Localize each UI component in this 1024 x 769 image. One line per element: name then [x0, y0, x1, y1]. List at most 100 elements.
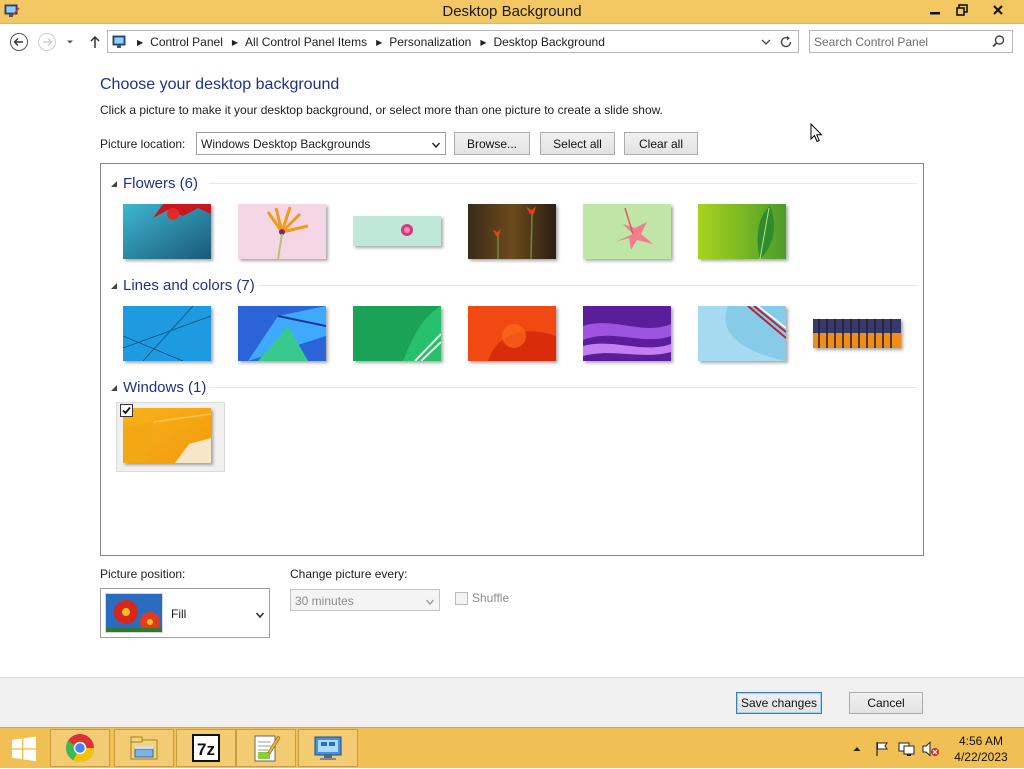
change-interval-value: 30 minutes	[295, 594, 354, 608]
show-hidden-icons-chevron-icon[interactable]	[852, 728, 864, 769]
picture-location-value: Windows Desktop Backgrounds	[201, 137, 371, 151]
picture-location-select[interactable]: Windows Desktop Backgrounds	[196, 132, 446, 155]
browse-button[interactable]: Browse...	[454, 132, 530, 155]
window-title: Desktop Background	[442, 3, 582, 20]
breadcrumb-desktop-background[interactable]: Desktop Background	[493, 35, 604, 49]
select-all-button[interactable]: Select all	[540, 132, 615, 155]
search-input[interactable]	[814, 33, 984, 50]
group-title: Lines and colors (7)	[123, 276, 255, 294]
mouse-pointer-icon	[810, 122, 823, 143]
picture-location-label: Picture location:	[100, 137, 186, 151]
wallpaper-thumbnail[interactable]	[813, 319, 901, 348]
taskbar-clock[interactable]: 4:56 AM 4/22/2023	[948, 733, 1014, 765]
navigation-bar: ▶ Control Panel ▶ All Control Panel Item…	[0, 24, 1024, 58]
refresh-icon[interactable]	[778, 34, 794, 50]
wallpaper-thumbnail[interactable]	[698, 306, 786, 361]
wallpaper-thumbnail-selected[interactable]	[123, 408, 211, 463]
change-interval-label: Change picture every:	[290, 567, 408, 581]
start-button[interactable]	[0, 728, 48, 769]
collapse-triangle-icon[interactable]	[109, 382, 119, 392]
taskbar-chrome[interactable]	[50, 729, 110, 767]
group-divider	[259, 285, 917, 286]
restore-button[interactable]	[949, 0, 975, 20]
breadcrumb-personalization[interactable]: Personalization	[389, 35, 471, 49]
search-icon[interactable]	[991, 34, 1006, 49]
wallpaper-checkbox[interactable]	[120, 404, 133, 417]
wallpaper-thumbnail[interactable]	[583, 306, 671, 361]
address-bar[interactable]: ▶ Control Panel ▶ All Control Panel Item…	[107, 30, 799, 53]
control-panel-icon	[112, 34, 128, 50]
shuffle-option[interactable]: Shuffle	[455, 591, 509, 605]
chevron-down-icon	[425, 596, 435, 606]
picture-position-select[interactable]: Fill	[100, 588, 270, 638]
clock-date: 4/22/2023	[954, 750, 1008, 764]
control-panel-icon	[314, 736, 342, 760]
chevron-right-icon[interactable]: ▶	[480, 38, 486, 47]
clock-time: 4:56 AM	[958, 734, 1004, 748]
picture-position-value: Fill	[171, 607, 187, 621]
notepad-plus-plus-icon	[254, 735, 281, 762]
save-changes-button[interactable]: Save changes	[736, 692, 822, 714]
windows-logo-icon	[12, 736, 36, 761]
wallpaper-thumbnail[interactable]	[583, 204, 671, 259]
minimize-button[interactable]	[922, 0, 948, 20]
chevron-down-icon	[255, 609, 265, 619]
close-button[interactable]	[976, 0, 1020, 20]
group-title: Windows (1)	[123, 378, 207, 396]
wallpaper-thumbnail[interactable]	[353, 306, 441, 361]
group-header-flowers[interactable]: Flowers (6)	[109, 173, 917, 193]
chevron-down-icon	[431, 139, 441, 149]
taskbar-notepad-plus-plus[interactable]	[236, 729, 296, 767]
group-header-windows[interactable]: Windows (1)	[109, 377, 917, 397]
dialog-footer: Save changes Cancel	[0, 677, 1024, 727]
chrome-icon	[66, 734, 94, 762]
taskbar: 7z 4:56 AM 4/22/2023	[0, 727, 1024, 768]
action-center-flag-icon[interactable]	[874, 728, 892, 769]
page-description: Click a picture to make it your desktop …	[100, 103, 663, 117]
change-interval-select[interactable]: 30 minutes	[290, 589, 440, 611]
group-header-lines-and-colors[interactable]: Lines and colors (7)	[109, 275, 917, 295]
breadcrumb-all-items[interactable]: All Control Panel Items	[245, 35, 367, 49]
title-bar: Desktop Background	[0, 0, 1024, 24]
recent-locations-chevron-icon[interactable]	[62, 31, 78, 53]
taskbar-control-panel[interactable]	[298, 729, 358, 767]
chevron-right-icon[interactable]: ▶	[232, 38, 238, 47]
wallpaper-thumbnail[interactable]	[468, 306, 556, 361]
page-title: Choose your desktop background	[100, 76, 340, 93]
chevron-down-icon[interactable]	[760, 35, 772, 49]
wallpaper-thumbnail[interactable]	[468, 204, 556, 259]
picture-position-preview	[105, 593, 163, 633]
wallpaper-thumbnail[interactable]	[123, 204, 211, 259]
cancel-button[interactable]: Cancel	[849, 692, 923, 714]
taskbar-file-explorer[interactable]	[114, 729, 174, 767]
volume-muted-icon[interactable]	[922, 728, 940, 769]
wallpaper-gallery[interactable]: Flowers (6) Lines and colors (7) Windows…	[100, 163, 924, 556]
chevron-right-icon[interactable]: ▶	[376, 38, 382, 47]
wallpaper-thumbnail[interactable]	[238, 306, 326, 361]
shuffle-checkbox[interactable]	[455, 591, 468, 605]
group-title: Flowers (6)	[123, 174, 199, 192]
group-divider	[209, 183, 917, 184]
picture-position-label: Picture position:	[100, 567, 186, 581]
svg-text:7z: 7z	[197, 740, 215, 759]
wallpaper-thumbnail[interactable]	[123, 306, 211, 361]
breadcrumb: ▶ Control Panel ▶ All Control Panel Item…	[112, 34, 605, 50]
search-box[interactable]	[809, 30, 1013, 53]
breadcrumb-control-panel[interactable]: Control Panel	[150, 35, 223, 49]
back-button[interactable]	[8, 31, 30, 53]
7zip-icon: 7z	[192, 734, 220, 762]
collapse-triangle-icon[interactable]	[109, 178, 119, 188]
wallpaper-thumbnail[interactable]	[353, 216, 441, 246]
taskbar-7zip[interactable]: 7z	[176, 729, 236, 767]
shuffle-label: Shuffle	[472, 591, 510, 605]
up-button[interactable]	[84, 31, 106, 53]
collapse-triangle-icon[interactable]	[109, 280, 119, 290]
group-divider	[209, 387, 917, 388]
file-explorer-icon	[130, 736, 158, 760]
network-icon[interactable]	[898, 728, 916, 769]
wallpaper-thumbnail[interactable]	[698, 204, 786, 259]
chevron-right-icon[interactable]: ▶	[137, 38, 143, 47]
forward-button[interactable]	[36, 31, 58, 53]
wallpaper-thumbnail[interactable]	[238, 204, 326, 259]
clear-all-button[interactable]: Clear all	[624, 132, 698, 155]
